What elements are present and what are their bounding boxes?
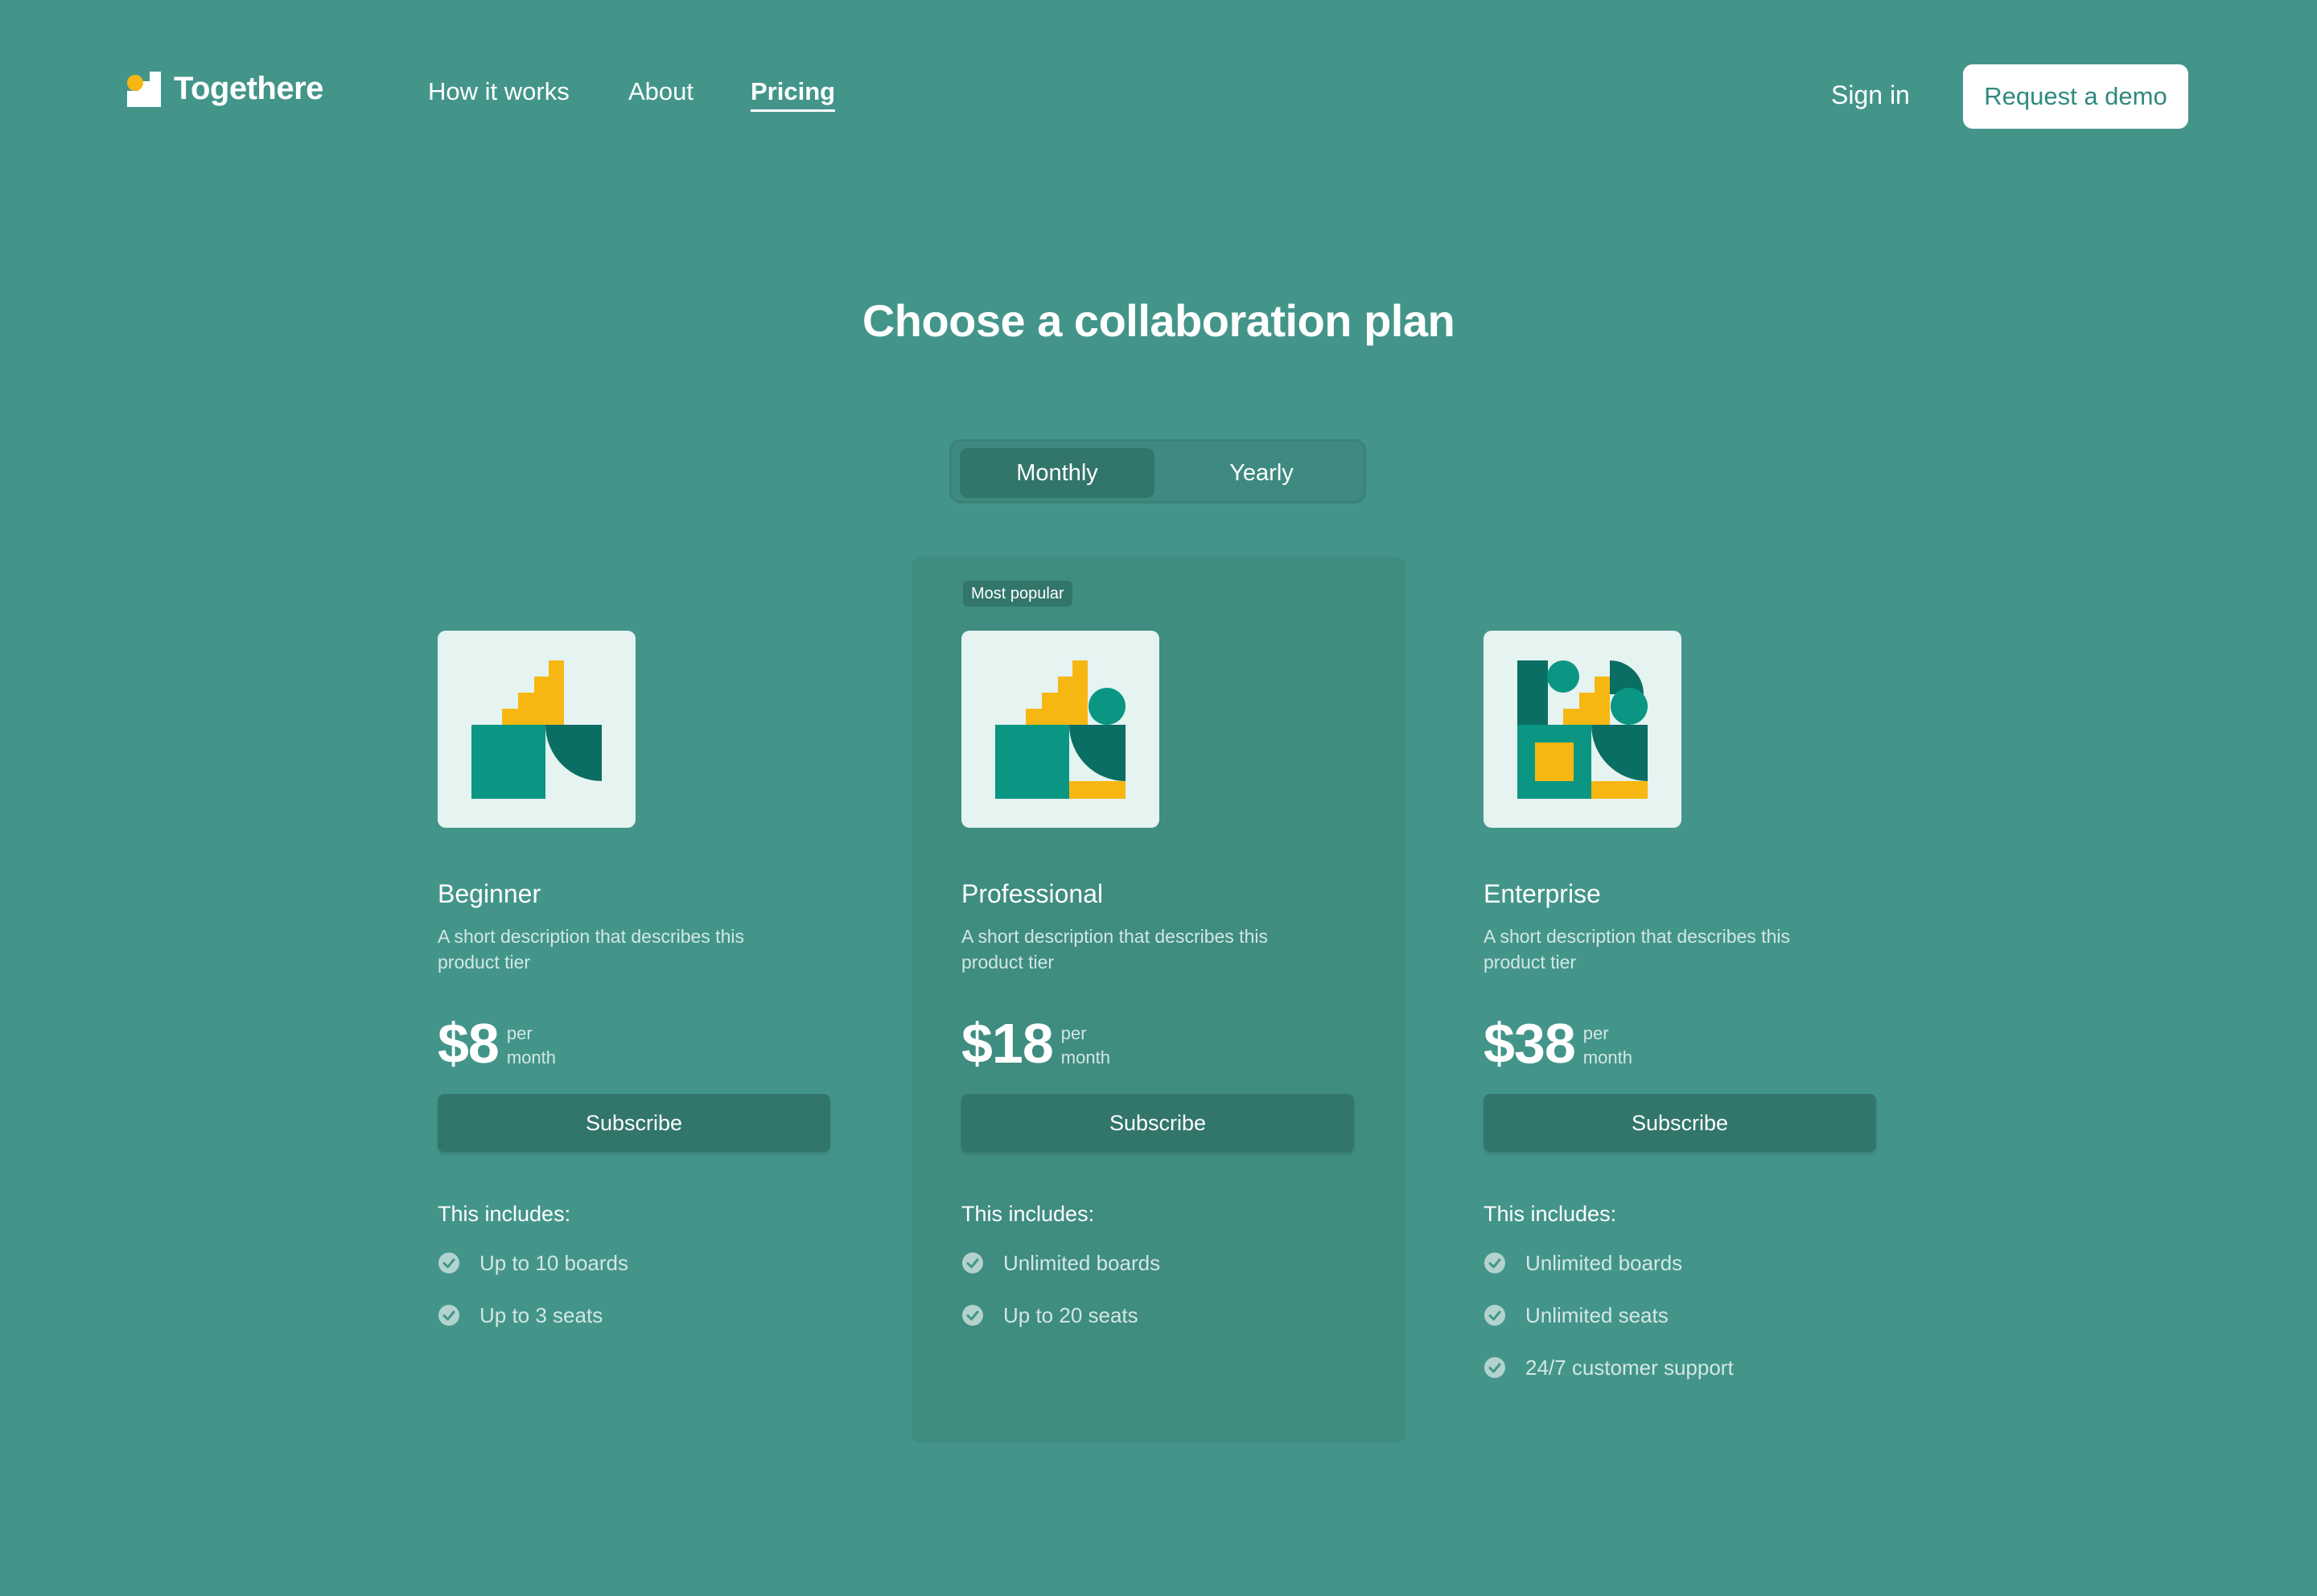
plan-card-beginner: Beginner A short description that descri… — [438, 631, 832, 1352]
plan-price: $38 — [1484, 1012, 1576, 1075]
plan-price: $8 — [438, 1012, 500, 1075]
check-icon — [962, 1253, 983, 1273]
subscribe-button[interactable]: Subscribe — [961, 1094, 1354, 1152]
feature-list: Up to 10 boards Up to 3 seats — [438, 1248, 832, 1331]
includes-label: This includes: — [438, 1202, 571, 1226]
plan-description: A short description that describes this … — [961, 926, 1268, 973]
list-item: Unlimited boards — [1484, 1248, 1878, 1278]
price-period: per month — [506, 1023, 557, 1067]
plan-name: Professional — [961, 879, 1104, 908]
professional-illustration — [961, 631, 1159, 828]
list-item: Up to 3 seats — [438, 1300, 832, 1331]
logo-icon — [127, 71, 161, 107]
list-item: Unlimited seats — [1484, 1300, 1878, 1331]
toggle-yearly[interactable]: Yearly — [1164, 448, 1359, 498]
enterprise-illustration — [1484, 631, 1681, 828]
plan-description: A short description that describes this … — [438, 926, 744, 973]
toggle-monthly[interactable]: Monthly — [960, 448, 1154, 498]
brand-logo[interactable]: Togethere — [127, 71, 323, 107]
check-icon — [438, 1305, 459, 1326]
plan-card-professional: Professional A short description that de… — [961, 631, 1356, 1352]
plan-description: A short description that describes this … — [1484, 926, 1790, 973]
brand-name: Togethere — [174, 71, 323, 106]
price-row: $18 per month — [961, 1015, 1356, 1072]
nav-pricing[interactable]: Pricing — [751, 77, 836, 112]
includes-label: This includes: — [1484, 1202, 1617, 1226]
includes-label: This includes: — [961, 1202, 1095, 1226]
check-icon — [1484, 1357, 1505, 1378]
list-item: Up to 20 seats — [961, 1300, 1356, 1331]
list-item: 24/7 customer support — [1484, 1352, 1878, 1383]
most-popular-badge: Most popular — [963, 581, 1072, 607]
check-icon — [1484, 1253, 1505, 1273]
list-item: Up to 10 boards — [438, 1248, 832, 1278]
plan-name: Enterprise — [1484, 879, 1601, 908]
beginner-illustration — [438, 631, 636, 828]
plan-name: Beginner — [438, 879, 541, 908]
check-icon — [438, 1253, 459, 1273]
billing-toggle: Monthly Yearly — [949, 439, 1366, 504]
sign-in-link[interactable]: Sign in — [1831, 80, 1910, 110]
feature-list: Unlimited boards Up to 20 seats — [961, 1248, 1356, 1331]
nav-about[interactable]: About — [628, 77, 693, 106]
price-period: per month — [1060, 1023, 1110, 1067]
nav-how-it-works[interactable]: How it works — [428, 77, 570, 106]
price-period: per month — [1582, 1023, 1632, 1067]
price-row: $8 per month — [438, 1015, 832, 1072]
feature-list: Unlimited boards Unlimited seats 24/7 cu… — [1484, 1248, 1878, 1383]
request-demo-button[interactable]: Request a demo — [1963, 64, 2188, 129]
subscribe-button[interactable]: Subscribe — [1484, 1094, 1876, 1152]
subscribe-button[interactable]: Subscribe — [438, 1094, 830, 1152]
plan-price: $18 — [961, 1012, 1054, 1075]
price-row: $38 per month — [1484, 1015, 1878, 1072]
list-item: Unlimited boards — [961, 1248, 1356, 1278]
check-icon — [1484, 1305, 1505, 1326]
plan-card-enterprise: Enterprise A short description that desc… — [1484, 631, 1878, 1405]
page-title: Choose a collaboration plan — [862, 295, 1455, 346]
check-icon — [962, 1305, 983, 1326]
